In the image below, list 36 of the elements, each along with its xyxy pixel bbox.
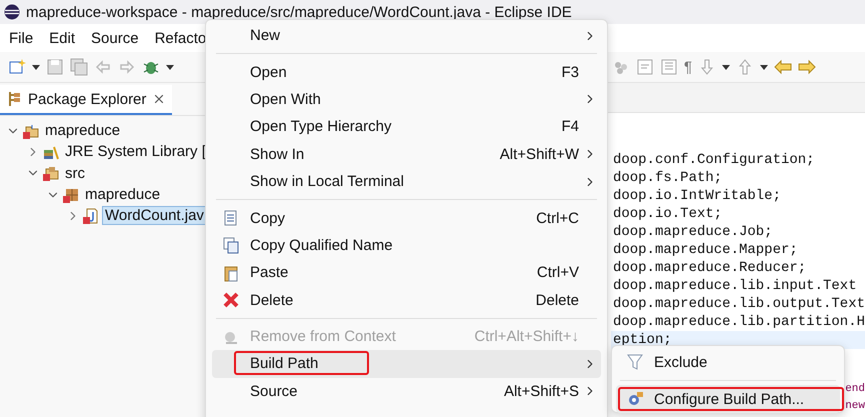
menu-item[interactable]: Open Type Hierarchy F4 xyxy=(212,113,601,141)
tree-item[interactable]: src xyxy=(62,164,88,183)
menu-item[interactable]: Copy Ctrl+C xyxy=(212,204,601,232)
code-line: doop.fs.Path; xyxy=(612,169,724,187)
code-line: doop.mapreduce.lib.partition.H xyxy=(612,313,865,331)
menu-bar-item[interactable]: Source xyxy=(91,30,139,46)
menu-item[interactable]: Open With xyxy=(212,86,601,114)
menu-item[interactable]: Copy Qualified Name xyxy=(212,232,601,260)
code-line: doop.io.IntWritable; xyxy=(612,187,782,205)
menu-bar-item[interactable]: Refacto xyxy=(154,30,206,46)
window-title: mapreduce-workspace - mapreduce/src/mapreduce/WordCount.java - Eclipse IDE xyxy=(26,4,572,20)
view-tab[interactable]: Package Explorer xyxy=(0,85,172,115)
code-line: doop.mapreduce.Reducer; xyxy=(612,259,808,277)
menu-item[interactable]: Paste Ctrl+V xyxy=(212,259,601,287)
menu-item[interactable]: Show In Alt+Shift+W xyxy=(212,140,601,168)
code-line: doop.mapreduce.Job; xyxy=(612,223,774,241)
code-line: doop.mapreduce.Mapper; xyxy=(612,241,799,259)
code-line: doop.conf.Configuration; xyxy=(612,151,816,169)
menu-item[interactable]: Build Path xyxy=(212,350,601,378)
menu-item[interactable]: New xyxy=(212,22,601,50)
code-fragment: new xyxy=(845,400,865,414)
menu-item[interactable]: Source Alt+Shift+S xyxy=(212,378,601,406)
menu-item[interactable]: Show in Local Terminal xyxy=(212,168,601,196)
tree-item[interactable]: WordCount.jav xyxy=(102,206,207,226)
show-whitespace-button[interactable]: ¶ xyxy=(684,58,692,76)
tree-item[interactable]: mapreduce xyxy=(42,121,124,140)
menu-bar-item[interactable]: File xyxy=(9,30,34,46)
code-line: doop.io.Text; xyxy=(612,205,724,223)
code-fragment: end xyxy=(845,383,865,397)
menu-item[interactable]: Exclude xyxy=(616,348,840,376)
code-line: doop.mapreduce.lib.input.Text xyxy=(612,277,858,295)
menu-item[interactable]: Delete Delete xyxy=(212,286,601,314)
tree-item[interactable]: mapreduce xyxy=(82,185,164,204)
code-line: doop.mapreduce.lib.output.Text xyxy=(612,295,865,313)
menu-item[interactable]: Open F3 xyxy=(212,58,601,86)
menu-bar-item[interactable]: Edit xyxy=(49,30,76,46)
